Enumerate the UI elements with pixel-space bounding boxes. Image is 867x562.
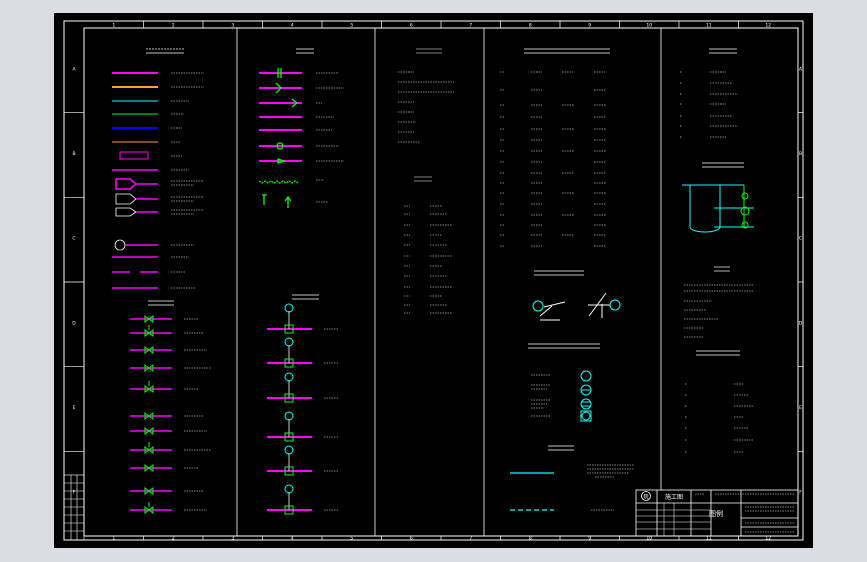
zone-number-bottom: 5 bbox=[350, 536, 353, 542]
zone-letter-right: F bbox=[799, 490, 802, 496]
instrument-bubble bbox=[284, 372, 294, 382]
section-header bbox=[146, 48, 184, 54]
zone-letter-left: C bbox=[72, 236, 75, 242]
zone-number-bottom: 10 bbox=[646, 536, 652, 542]
column-1-text-marks bbox=[171, 72, 204, 289]
notes-column bbox=[398, 48, 454, 314]
logo-mark: 院 bbox=[643, 494, 648, 501]
zone-letter-right: C bbox=[799, 236, 802, 242]
zone-number-bottom: 7 bbox=[469, 536, 472, 542]
side-zone-labels: A A B B C C D D E E F F bbox=[72, 66, 803, 495]
zone-letter-right: A bbox=[799, 66, 803, 72]
instrument-bubble bbox=[284, 484, 294, 494]
zone-letter-right: B bbox=[799, 151, 802, 157]
revision-table bbox=[63, 474, 85, 541]
zone-number-bottom: 4 bbox=[291, 536, 294, 542]
zone-number-top: 11 bbox=[706, 23, 712, 29]
sheet-border bbox=[63, 20, 804, 541]
zone-letter-right: E bbox=[799, 405, 802, 411]
zone-number-bottom: 12 bbox=[765, 536, 771, 542]
zone-number-bottom: 3 bbox=[231, 536, 234, 542]
fitting-symbols bbox=[112, 169, 158, 289]
equipment-legend-column bbox=[258, 48, 344, 515]
schedule-column bbox=[500, 48, 634, 511]
zone-letter-left: B bbox=[72, 151, 75, 157]
zone-number-top: 10 bbox=[646, 23, 652, 29]
top-zone-ticks bbox=[64, 21, 803, 540]
zone-number-bottom: 11 bbox=[706, 536, 712, 542]
tank-piping-detail bbox=[682, 184, 754, 233]
instrument-mounting-detail bbox=[532, 292, 621, 321]
system-detail-column bbox=[680, 48, 754, 453]
zone-number-top: 7 bbox=[469, 23, 472, 29]
zone-number-bottom: 9 bbox=[588, 536, 591, 542]
instrument-bubble bbox=[284, 337, 294, 347]
zone-letter-left: A bbox=[72, 66, 76, 72]
zone-letter-left: D bbox=[72, 320, 76, 326]
zone-number-top: 5 bbox=[350, 23, 353, 29]
pipe-legend-column bbox=[112, 48, 204, 289]
zone-number-top: 2 bbox=[172, 23, 175, 29]
zone-number-bottom: 2 bbox=[172, 536, 175, 542]
zone-number-top: 6 bbox=[410, 23, 413, 29]
zone-letter-right: D bbox=[799, 320, 803, 326]
instrument-bubble-symbols bbox=[580, 370, 592, 422]
instrument-bubble bbox=[284, 445, 294, 455]
zone-number-bottom: 1 bbox=[112, 536, 115, 542]
legend-drawing: 1 2 3 4 5 6 7 8 9 10 11 12 1 2 3 4 5 6 7 8 9 10 11 12 A AB BC CD D… bbox=[63, 20, 804, 542]
instrument-bubble bbox=[284, 411, 294, 421]
zone-number-top: 12 bbox=[765, 23, 771, 29]
zone-letter-left: F bbox=[73, 490, 76, 496]
zone-number-bottom: 6 bbox=[410, 536, 413, 542]
project-id: 施工图 bbox=[665, 493, 683, 501]
instrument-bubble bbox=[284, 303, 294, 313]
pipe-line-samples bbox=[112, 72, 158, 143]
column-separators bbox=[236, 28, 662, 536]
zone-number-top: 1 bbox=[112, 23, 115, 29]
zone-number-top: 8 bbox=[529, 23, 532, 29]
zone-number-top: 9 bbox=[588, 23, 591, 29]
drawing-sheet: 1 2 3 4 5 6 7 8 9 10 11 12 1 2 3 4 5 6 7 8 9 10 11 12 AABBCCDD… bbox=[54, 13, 813, 548]
sleeve-symbol bbox=[119, 151, 149, 160]
zone-number-top: 4 bbox=[291, 23, 294, 29]
zone-number-top: 3 bbox=[231, 23, 234, 29]
title-block: 院 施工图 图例 bbox=[635, 489, 799, 537]
valve-legend bbox=[130, 300, 211, 514]
zone-number-bottom: 8 bbox=[529, 536, 532, 542]
zone-letter-left: E bbox=[73, 405, 76, 411]
drawing-title: 图例 bbox=[709, 509, 723, 518]
